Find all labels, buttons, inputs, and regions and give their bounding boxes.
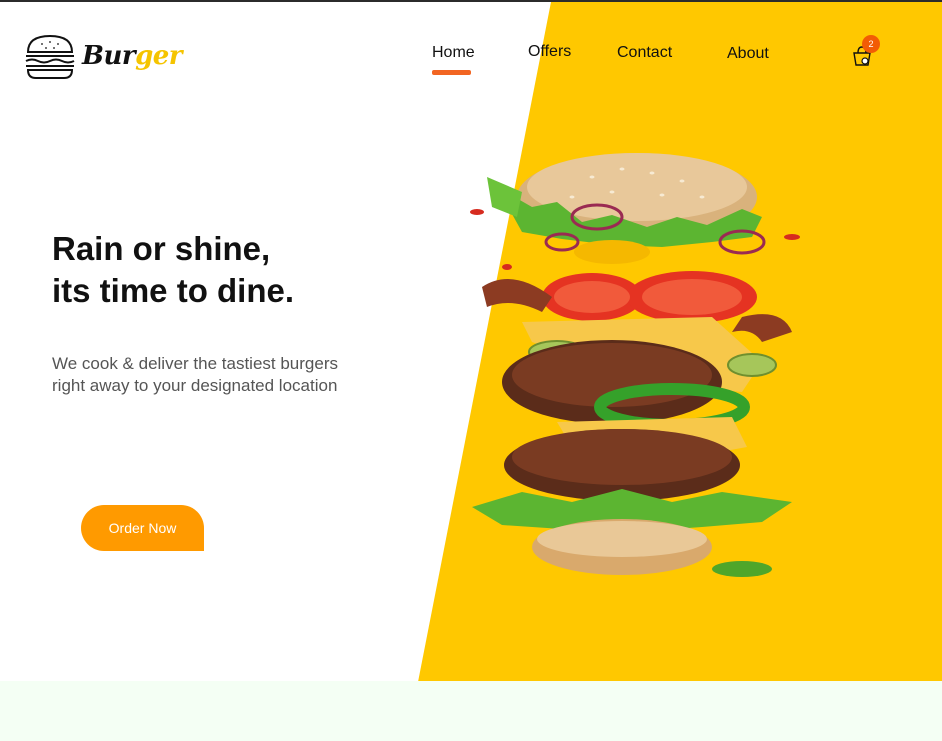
nav-about[interactable]: About [727,45,769,63]
burger-logo-icon [25,34,75,79]
subtext-line-1: We cook & deliver the tastiest burgers [52,354,338,373]
nav-contact[interactable]: Contact [617,44,672,62]
nav-active-indicator [432,70,471,75]
headline-line-2: its time to dine. [52,272,295,309]
nav-home[interactable]: Home [432,44,475,62]
hero-headline: Rain or shine, its time to dine. [52,228,294,312]
subtext-line-2: right away to your designated location [52,376,338,395]
hero-subtext: We cook & deliver the tastiest burgers r… [52,353,392,397]
headline-line-1: Rain or shine, [52,230,271,267]
burger-image [462,147,812,597]
brand-logo[interactable]: Burger [24,30,182,82]
cart-count-badge: 2 [862,35,880,53]
hero-section: Burger Home Offers Contact About 2 Rain … [0,2,942,682]
next-section-band [0,681,942,741]
brand-name-part2: ger [135,41,182,71]
brand-name-part1: Bur [82,41,136,71]
nav-offers[interactable]: Offers [528,43,571,61]
brand-name: Burger [82,41,182,71]
order-now-button[interactable]: Order Now [81,505,204,551]
